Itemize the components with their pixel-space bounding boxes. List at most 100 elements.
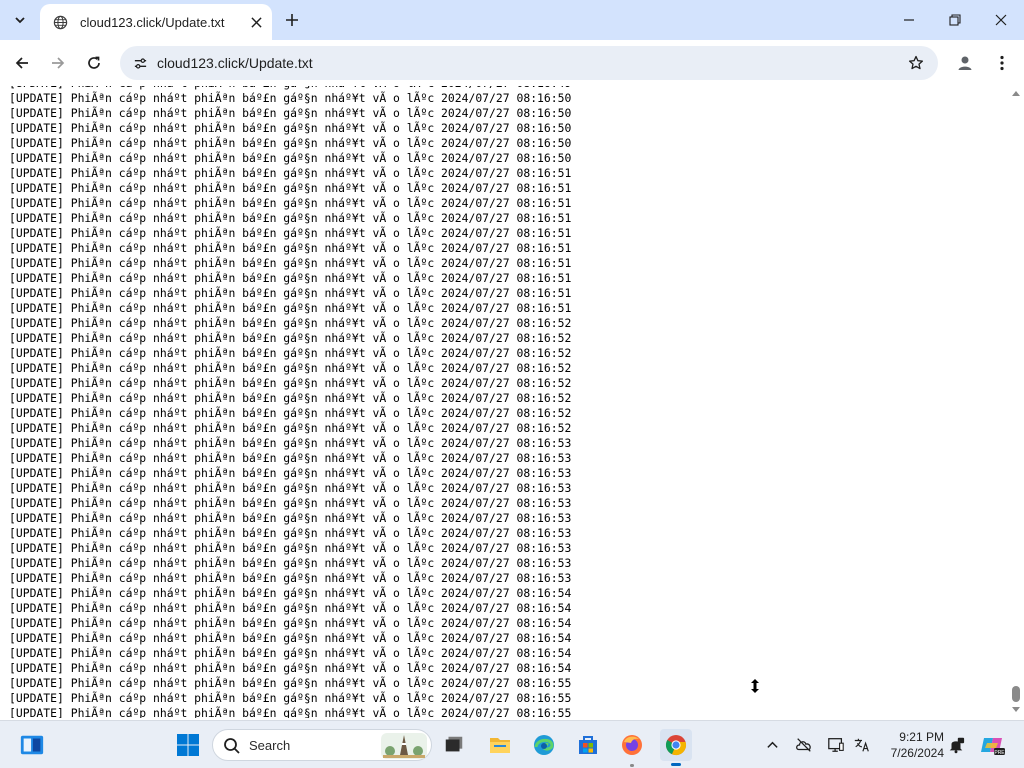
chevron-up-icon — [766, 741, 778, 748]
display-icon — [828, 738, 844, 752]
log-line: [UPDATE] PhiÃªn cáº­p nháº­t phiÃªn báº£… — [9, 316, 572, 330]
forward-button[interactable] — [44, 49, 72, 77]
arrow-left-icon — [15, 57, 28, 69]
running-indicator — [630, 764, 634, 767]
tab-title: cloud123.click/Update.txt — [80, 14, 225, 30]
file-explorer-icon — [490, 738, 510, 753]
log-line: [UPDATE] PhiÃªn cáº­p nháº­t phiÃªn báº£… — [9, 196, 572, 210]
log-line: [UPDATE] PhiÃªn cáº­p nháº­t phiÃªn báº£… — [9, 121, 572, 135]
log-line: [UPDATE] PhiÃªn cáº­p nháº­t phiÃªn báº£… — [9, 661, 572, 675]
log-line: [UPDATE] PhiÃªn cáº­p nháº­t phiÃªn báº£… — [9, 361, 572, 375]
firefox-button[interactable] — [616, 729, 648, 767]
log-line: [UPDATE] PhiÃªn cáº­p nháº­t phiÃªn báº£… — [9, 691, 572, 705]
clock-date: 7/26/2024 — [890, 746, 944, 760]
log-line: [UPDATE] PhiÃªn cáº­p nháº­t phiÃªn báº£… — [9, 646, 572, 660]
globe-icon — [52, 14, 68, 30]
bookmark-star-icon[interactable] — [906, 53, 926, 73]
tab-close-button[interactable] — [246, 12, 266, 32]
chrome-icon — [665, 735, 687, 756]
log-line: [UPDATE] PhiÃªn cáº­p nháº­t phiÃªn báº£… — [9, 286, 572, 300]
plus-icon — [286, 14, 298, 26]
log-line: [UPDATE] PhiÃªn cáº­p nháº­t phiÃªn báº£… — [9, 706, 572, 718]
close-icon — [995, 14, 1007, 26]
taskbar: Search 9:21 PM 7/26/2024 PRE — [0, 720, 1024, 768]
log-line: [UPDATE] PhiÃªn cáº­p nháº­t phiÃªn báº£… — [9, 106, 572, 120]
scrollbar-thumb[interactable] — [1012, 686, 1020, 702]
log-line: [UPDATE] PhiÃªn cáº­p nháº­t phiÃªn báº£… — [9, 601, 572, 615]
search-highlight-icon — [381, 733, 427, 759]
file-explorer-button[interactable] — [484, 729, 516, 761]
firefox-icon — [622, 735, 642, 755]
onedrive-tray-button[interactable] — [794, 735, 814, 755]
search-label: Search — [249, 738, 291, 753]
reload-button[interactable] — [80, 49, 108, 77]
widgets-button[interactable] — [16, 729, 48, 761]
browser-menu-button[interactable] — [990, 50, 1014, 76]
store-button[interactable] — [572, 729, 604, 761]
taskbar-search-box[interactable]: Search — [212, 729, 432, 761]
log-line: [UPDATE] PhiÃªn cáº­p nháº­t phiÃªn báº£… — [9, 526, 572, 540]
kebab-menu-icon — [1000, 55, 1004, 71]
language-tray-button[interactable] — [852, 735, 872, 755]
notification-bell-icon — [949, 737, 965, 754]
copilot-button[interactable]: PRE — [980, 735, 1006, 756]
text-document: [UPDATE] PhiÃªn cáº­p nháº­t phiÃªn báº£… — [9, 86, 571, 718]
restore-icon — [949, 14, 961, 26]
store-icon — [579, 736, 597, 754]
browser-toolbar: cloud123.click/Update.txt — [0, 40, 1024, 86]
profile-avatar[interactable] — [952, 50, 978, 76]
log-line: [UPDATE] PhiÃªn cáº­p nháº­t phiÃªn báº£… — [9, 496, 572, 510]
minimize-button[interactable] — [886, 0, 932, 40]
task-view-button[interactable] — [438, 729, 470, 761]
url-text[interactable]: cloud123.click/Update.txt — [157, 55, 313, 71]
log-line: [UPDATE] PhiÃªn cáº­p nháº­t phiÃªn báº£… — [9, 541, 572, 555]
log-line: [UPDATE] PhiÃªn cáº­p nháº­t phiÃªn báº£… — [9, 91, 572, 105]
language-icon — [854, 738, 869, 752]
log-line: [UPDATE] PhiÃªn cáº­p nháº­t phiÃªn báº£… — [9, 511, 572, 525]
tab-search-button[interactable] — [6, 6, 34, 34]
new-tab-button[interactable] — [280, 8, 304, 32]
close-icon — [250, 16, 262, 28]
resize-cursor-icon — [751, 679, 759, 693]
active-indicator — [671, 763, 681, 766]
log-line: [UPDATE] PhiÃªn cáº­p nháº­t phiÃªn báº£… — [9, 631, 572, 645]
show-hidden-icons-button[interactable] — [762, 735, 782, 755]
log-line: [UPDATE] PhiÃªn cáº­p nháº­t phiÃªn báº£… — [9, 571, 572, 585]
clock-time: 9:21 PM — [899, 730, 944, 744]
copilot-icon: PRE — [981, 738, 1005, 756]
log-line: [UPDATE] PhiÃªn cáº­p nháº­t phiÃªn báº£… — [9, 481, 572, 495]
log-line: [UPDATE] PhiÃªn cáº­p nháº­t phiÃªn báº£… — [9, 181, 572, 195]
tab-strip: cloud123.click/Update.txt — [0, 0, 1024, 40]
close-window-button[interactable] — [978, 0, 1024, 40]
notification-center-button[interactable] — [946, 735, 966, 755]
start-icon — [177, 734, 199, 756]
log-line: [UPDATE] PhiÃªn cáº­p nháº­t phiÃªn báº£… — [9, 271, 572, 285]
log-line: [UPDATE] PhiÃªn cáº­p nháº­t phiÃªn báº£… — [9, 436, 572, 450]
search-icon — [224, 738, 240, 754]
person-icon — [958, 56, 972, 70]
site-info-icon[interactable] — [130, 53, 150, 73]
edge-icon — [534, 735, 554, 755]
display-tray-button[interactable] — [826, 735, 846, 755]
back-button[interactable] — [8, 49, 36, 77]
scroll-up-arrow-icon[interactable] — [1011, 89, 1021, 97]
log-line: [UPDATE] PhiÃªn cáº­p nháº­t phiÃªn báº£… — [9, 136, 572, 150]
log-line: [UPDATE] PhiÃªn cáº­p nháº­t phiÃªn báº£… — [9, 556, 572, 570]
scroll-down-arrow-icon[interactable] — [1011, 706, 1021, 714]
restore-button[interactable] — [932, 0, 978, 40]
widgets-icon — [20, 735, 44, 755]
page-content[interactable]: [UPDATE] PhiÃªn cáº­p nháº­t phiÃªn báº£… — [0, 86, 1008, 718]
vertical-scrollbar[interactable] — [1008, 86, 1024, 718]
edge-button[interactable] — [528, 729, 560, 761]
onedrive-offline-icon — [796, 738, 811, 752]
log-line: [UPDATE] PhiÃªn cáº­p nháº­t phiÃªn báº£… — [9, 226, 572, 240]
system-clock[interactable]: 9:21 PM 7/26/2024 — [874, 729, 944, 761]
chevron-down-icon — [15, 17, 25, 24]
log-line: [UPDATE] PhiÃªn cáº­p nháº­t phiÃªn báº£… — [9, 466, 572, 480]
active-tab[interactable]: cloud123.click/Update.txt — [40, 4, 272, 40]
reload-icon — [88, 56, 100, 69]
chrome-button[interactable] — [660, 729, 692, 766]
svg-text:PRE: PRE — [994, 750, 1005, 756]
address-bar[interactable]: cloud123.click/Update.txt — [120, 46, 938, 80]
start-button[interactable] — [172, 729, 204, 761]
